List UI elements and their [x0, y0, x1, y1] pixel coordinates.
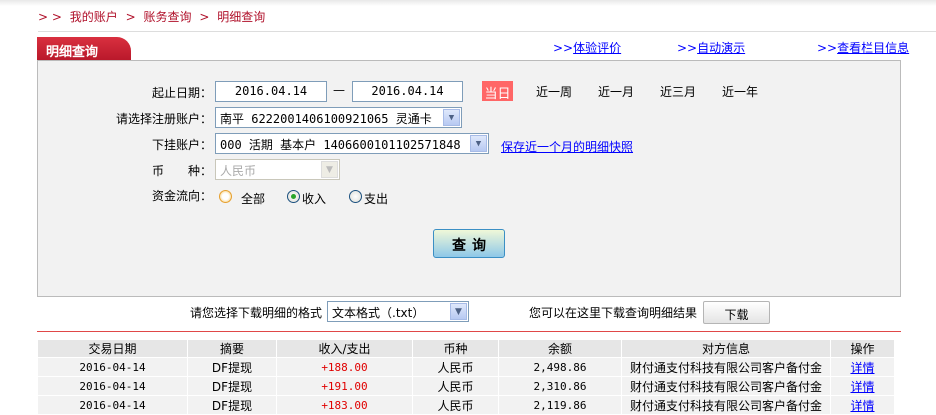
format-select-value: 文本格式（.txt）	[332, 306, 425, 320]
download-button[interactable]: 下载	[703, 301, 770, 324]
save-snapshot-link[interactable]: 保存近一个月的明细快照	[501, 138, 633, 155]
cell-balance: 2,119.86	[499, 396, 621, 414]
col-counterparty: 对方信息	[622, 340, 830, 357]
cell-currency: 人民币	[413, 377, 498, 395]
link-prefix: >>	[677, 41, 698, 55]
breadcrumb-arrows: > >	[38, 10, 62, 24]
breadcrumb: > > 我的账户 > 账务查询 > 明细查询	[38, 8, 269, 25]
chevron-down-icon: ▼	[321, 161, 338, 178]
cell-summary: DF提现	[188, 358, 276, 376]
quick-week-button[interactable]: 近一周	[536, 83, 572, 100]
column-info-link-label[interactable]: 查看栏目信息	[837, 41, 909, 55]
format-select[interactable]: 文本格式（.txt） ▼	[327, 301, 469, 322]
cell-summary: DF提现	[188, 396, 276, 414]
chevron-down-icon[interactable]: ▼	[450, 303, 467, 320]
col-balance: 余额	[499, 340, 621, 357]
date-separator: —	[333, 83, 345, 97]
sub-account-label: 下挂账户：	[151, 138, 212, 152]
cell-currency: 人民币	[413, 396, 498, 414]
column-info-link[interactable]: >>查看栏目信息	[817, 39, 909, 56]
cell-amount: +191.00	[277, 377, 412, 395]
cell-balance: 2,310.86	[499, 377, 621, 395]
feedback-link-label[interactable]: 体验评价	[573, 41, 621, 55]
sub-account-select-value: 000 活期 基本户 1406600101102571848	[220, 138, 461, 152]
quick-3month-button[interactable]: 近三月	[660, 83, 696, 100]
cell-detail-link[interactable]: 详情	[831, 358, 894, 376]
link-prefix: >>	[817, 41, 838, 55]
quick-year-button[interactable]: 近一年	[722, 83, 758, 100]
breadcrumb-detail-query: 明细查询	[217, 10, 266, 24]
cell-amount: +183.00	[277, 396, 412, 414]
table-row: 2016-04-14 DF提现 +188.00 人民币 2,498.86 财付通支付科技有…	[38, 358, 894, 376]
cell-detail-link[interactable]: 详情	[831, 377, 894, 395]
link-prefix: >>	[553, 41, 574, 55]
flow-label: 资金流向：	[151, 189, 212, 203]
account-label: 请选择注册账户：	[115, 112, 212, 126]
feedback-link[interactable]: >>体验评价	[553, 39, 621, 56]
quick-month-button[interactable]: 近一月	[598, 83, 634, 100]
download-hint: 您可以在这里下载查询明细结果	[529, 306, 698, 320]
cell-amount: +188.00	[277, 358, 412, 376]
flow-all-label[interactable]: 全部	[241, 190, 265, 207]
col-currency: 币种	[413, 340, 498, 357]
quick-today-button[interactable]: 当日	[482, 81, 513, 102]
flow-expense-radio[interactable]	[349, 190, 362, 203]
currency-select-value: 人民币	[220, 164, 257, 178]
cell-date: 2016-04-14	[38, 377, 187, 395]
divider	[38, 31, 936, 32]
date-label: 起止日期：	[151, 86, 212, 100]
query-button[interactable]: 查询	[433, 229, 505, 258]
flow-all-radio[interactable]	[219, 190, 232, 203]
cell-date: 2016-04-14	[38, 396, 187, 414]
format-label: 请您选择下载明细的格式	[190, 306, 323, 320]
table-row: 2016-04-14 DF提现 +183.00 人民币 2,119.86 财付通支付科技有…	[38, 396, 894, 414]
cell-balance: 2,498.86	[499, 358, 621, 376]
col-amount: 收入/支出	[277, 340, 412, 357]
col-action: 操作	[831, 340, 894, 357]
table-header-row: 交易日期 摘要 收入/支出 币种 余额 对方信息 操作	[38, 340, 894, 357]
account-select[interactable]: 南平 6222001406100921065 灵通卡 ▼	[215, 107, 462, 128]
col-summary: 摘要	[188, 340, 276, 357]
currency-select: 人民币 ▼	[215, 159, 340, 180]
account-select-value: 南平 6222001406100921065 灵通卡	[220, 112, 432, 126]
cell-summary: DF提现	[188, 377, 276, 395]
breadcrumb-sep: >	[125, 10, 136, 24]
demo-link-label[interactable]: 自动演示	[697, 41, 745, 55]
table-row: 2016-04-14 DF提现 +191.00 人民币 2,310.86 财付通支付科技有…	[38, 377, 894, 395]
col-date: 交易日期	[38, 340, 187, 357]
cell-counterparty: 财付通支付科技有限公司客户备付金	[622, 358, 830, 376]
chevron-down-icon[interactable]: ▼	[470, 135, 487, 152]
cell-currency: 人民币	[413, 358, 498, 376]
start-date-input[interactable]: 2016.04.14	[215, 81, 327, 102]
demo-link[interactable]: >>自动演示	[677, 39, 745, 56]
red-divider	[37, 331, 901, 332]
breadcrumb-account-query[interactable]: 账务查询	[144, 10, 192, 24]
breadcrumb-sep: >	[199, 10, 210, 24]
tab-detail-query[interactable]: 明细查询	[37, 37, 131, 61]
flow-income-radio[interactable]	[287, 190, 300, 203]
cell-date: 2016-04-14	[38, 358, 187, 376]
breadcrumb-my-account[interactable]: 我的账户	[70, 10, 118, 24]
top-shade	[0, 0, 936, 6]
sub-account-select[interactable]: 000 活期 基本户 1406600101102571848 ▼	[215, 133, 489, 154]
cell-detail-link[interactable]: 详情	[831, 396, 894, 414]
detail-table: 交易日期 摘要 收入/支出 币种 余额 对方信息 操作 2016-04-14 DF…	[37, 339, 895, 415]
cell-counterparty: 财付通支付科技有限公司客户备付金	[622, 396, 830, 414]
cell-counterparty: 财付通支付科技有限公司客户备付金	[622, 377, 830, 395]
currency-label: 币 种：	[151, 164, 212, 178]
flow-expense-label[interactable]: 支出	[364, 190, 388, 207]
end-date-input[interactable]: 2016.04.14	[352, 81, 463, 102]
chevron-down-icon[interactable]: ▼	[443, 109, 460, 126]
flow-income-label[interactable]: 收入	[302, 190, 326, 207]
